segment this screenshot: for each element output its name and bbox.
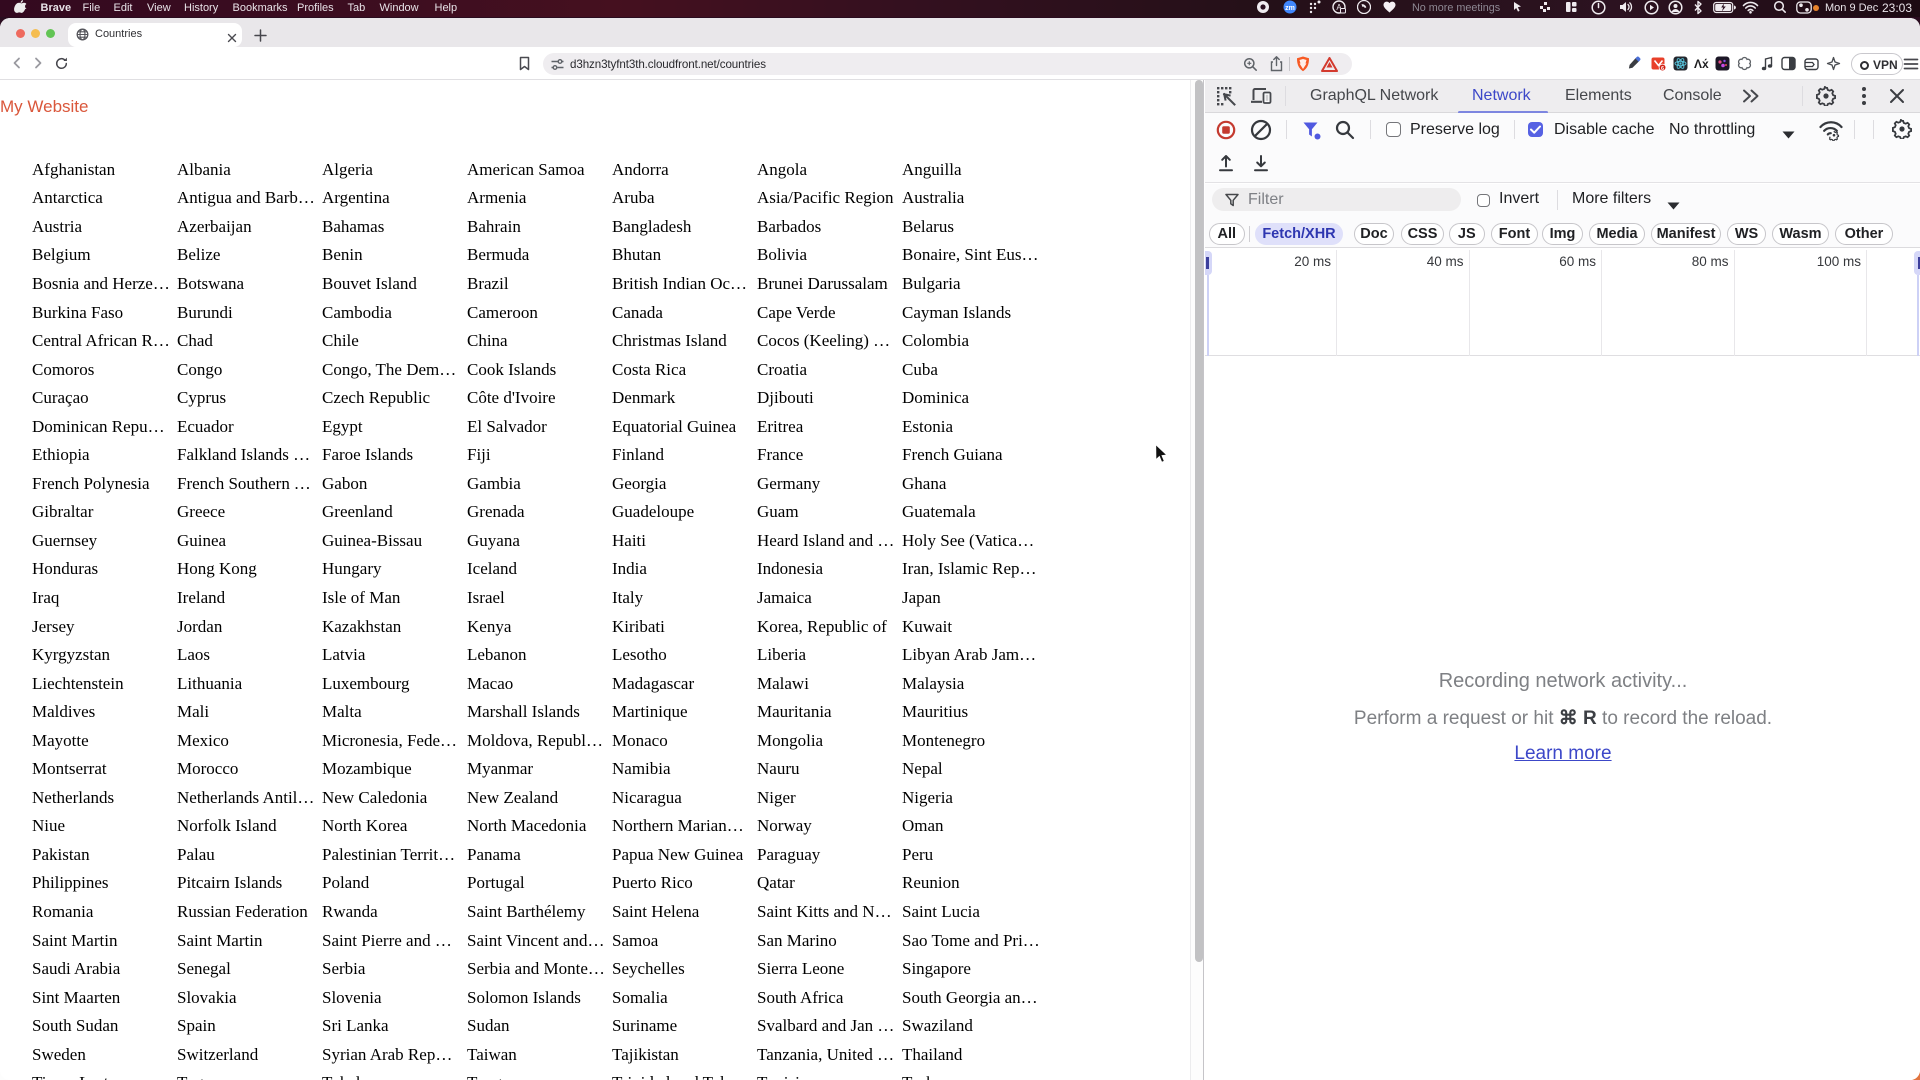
svg-text:6: 6 <box>1661 66 1664 71</box>
svg-text:zm: zm <box>1285 5 1295 12</box>
